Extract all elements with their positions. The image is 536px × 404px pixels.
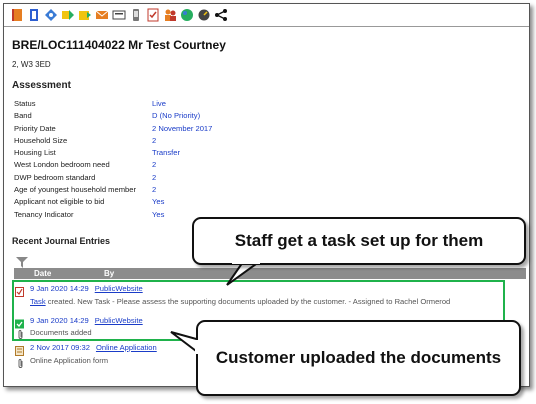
row-label: Housing List <box>14 148 56 158</box>
row-label: Tenancy Indicator <box>14 209 74 219</box>
row-label: Status <box>14 99 36 108</box>
assessment-row: Applicant not eligible to bid Yes <box>14 196 334 208</box>
row-label: Applicant not eligible to bid <box>14 197 105 207</box>
address: 2, W3 3ED <box>12 60 51 69</box>
assessment-row: Status Live <box>14 98 334 110</box>
row-value: D (No Priority) <box>152 111 201 121</box>
journal-header: Date By <box>14 268 526 279</box>
gauge-icon[interactable] <box>197 8 211 22</box>
card-icon[interactable] <box>112 8 126 22</box>
entry-date: 9 Jan 2020 14:29 <box>30 316 89 325</box>
journal-entry-1-header: 9 Jan 2020 14:29 PublicWebsite <box>30 284 143 293</box>
assessment-row: Band D (No Priority) <box>14 110 334 122</box>
filter-icon[interactable] <box>16 255 28 268</box>
document-icon[interactable] <box>27 8 41 22</box>
entry-description: created. New Task - Please assess the su… <box>45 297 451 306</box>
row-value: 2 <box>152 172 157 182</box>
entry-date: 2 Nov 2017 09:32 <box>30 343 90 352</box>
callout-tail-mask <box>195 340 201 354</box>
journal-entry-3-desc: Online Application form <box>30 356 108 365</box>
column-by[interactable]: By <box>104 269 114 278</box>
arrow-right-icon[interactable] <box>61 8 75 22</box>
row-value: Yes <box>152 197 165 207</box>
row-label: Age of youngest household member <box>14 185 137 195</box>
share-icon[interactable] <box>214 8 228 22</box>
task-link[interactable]: Task <box>30 297 46 306</box>
assessment-row: Housing List Transfer <box>14 147 334 159</box>
assessment-row: Priority Date 2 November 2017 <box>14 123 334 135</box>
journal-entry-2-desc: Documents added <box>30 328 92 337</box>
entry-author-link[interactable]: Online Application <box>96 343 157 352</box>
column-date[interactable]: Date <box>34 269 51 278</box>
row-value: Yes <box>152 209 165 219</box>
tag-icon[interactable] <box>44 8 58 22</box>
assessment-heading: Assessment <box>12 80 71 91</box>
assessment-row: West London bedroom need 2 <box>14 159 334 171</box>
assessment-table: Status Live Band D (No Priority) Priority … <box>14 98 334 221</box>
row-label: DWP bedroom standard <box>14 172 96 182</box>
row-value: 2 November 2017 <box>152 123 213 133</box>
row-value: Live <box>152 99 166 108</box>
phone-icon[interactable] <box>129 8 143 22</box>
people-icon[interactable] <box>163 8 177 22</box>
row-value: Transfer <box>152 148 180 158</box>
assessment-row: Age of youngest household member 2 <box>14 184 334 196</box>
book-icon[interactable] <box>10 8 24 22</box>
entry-description: Documents added <box>30 328 92 337</box>
assessment-row: Household Size 2 <box>14 135 334 147</box>
callout-tail-mask <box>232 256 260 264</box>
journal-entry-1-desc: Task created. New Task - Please assess t… <box>30 297 450 306</box>
callout-customer-upload: Customer uploaded the documents <box>196 320 521 396</box>
journal-heading: Recent Journal Entries <box>12 236 111 246</box>
task-icon <box>15 284 24 297</box>
entry-author-link[interactable]: PublicWebsite <box>95 284 143 293</box>
row-label: Band <box>14 111 32 121</box>
form-icon <box>15 343 24 356</box>
row-value: 2 <box>152 160 157 170</box>
assessment-row: DWP bedroom standard 2 <box>14 172 334 184</box>
entry-date: 9 Jan 2020 14:29 <box>30 284 89 293</box>
row-value: 2 <box>152 135 157 145</box>
paperclip-icon <box>16 356 25 368</box>
globe-icon[interactable] <box>180 8 194 22</box>
entry-author-link[interactable]: PublicWebsite <box>95 316 143 325</box>
entry-description: Online Application form <box>30 356 109 365</box>
journal-entry-2-header: 9 Jan 2020 14:29 PublicWebsite <box>30 316 143 325</box>
folder-arrow-icon[interactable] <box>78 8 92 22</box>
row-value: 2 <box>152 185 157 195</box>
check-icon <box>15 316 24 329</box>
journal-entry-3-header: 2 Nov 2017 09:32 Online Application <box>30 343 157 352</box>
checklist-icon[interactable] <box>146 8 160 22</box>
page-title: BRE/LOC111404022 Mr Test Courtney <box>12 38 226 52</box>
row-label: West London bedroom need <box>14 160 110 170</box>
row-label: Household Size <box>14 135 68 145</box>
paperclip-icon <box>16 327 25 339</box>
toolbar <box>4 4 529 27</box>
row-label: Priority Date <box>14 123 56 133</box>
email-icon[interactable] <box>95 8 109 22</box>
